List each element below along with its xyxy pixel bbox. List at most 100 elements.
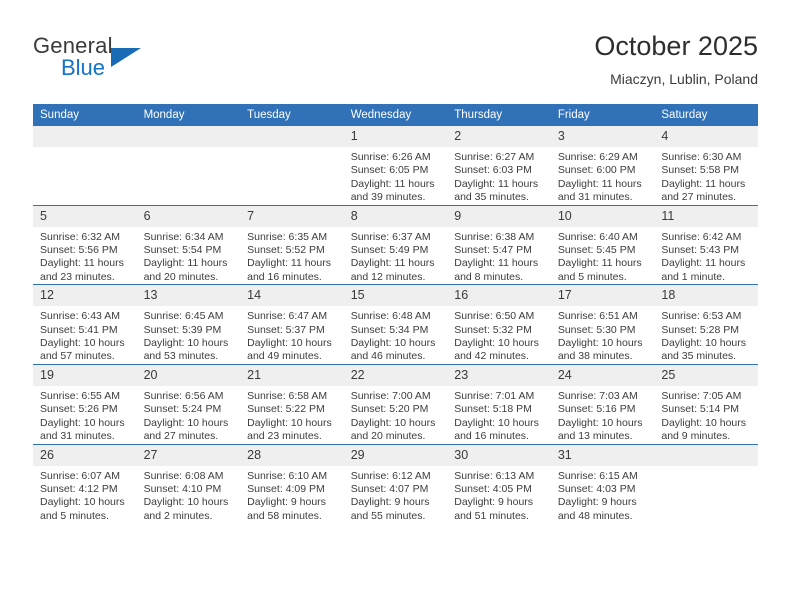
calendar-day-cell[interactable]: 27 Sunrise: 6:08 AM Sunset: 4:10 PM Dayligh… <box>136 443 241 524</box>
weekday-header-friday: Friday <box>550 104 655 126</box>
sunrise-text: Sunrise: 6:07 AM <box>40 469 120 482</box>
sunrise-text: Sunrise: 6:12 AM <box>350 469 431 482</box>
calendar-day-cell[interactable]: 6 Sunrise: 6:34 AM Sunset: 5:54 PM Daylight… <box>136 204 241 285</box>
calendar-week-row: 19 Sunrise: 6:55 AM Sunset: 5:26 PM Dayligh… <box>33 363 758 444</box>
day-number: 4 <box>654 126 758 147</box>
sunrise-text: Sunrise: 6:27 AM <box>454 151 535 163</box>
sunrise-text: Sunrise: 6:50 AM <box>454 310 535 323</box>
day-details: Sunrise: 6:35 AM Sunset: 5:52 PM Daylight:… <box>240 227 344 285</box>
sunrise-text: Sunrise: 6:38 AM <box>454 230 535 243</box>
daylight-text: Daylight: 9 hours and 58 minutes. <box>247 496 326 522</box>
sunrise-text: Sunrise: 6:35 AM <box>247 230 328 243</box>
day-details: Sunrise: 6:53 AM Sunset: 5:28 PM Daylight:… <box>654 306 758 364</box>
day-number: 18 <box>654 285 758 307</box>
day-details: Sunrise: 6:30 AM Sunset: 5:58 PM Daylight:… <box>654 147 758 205</box>
calendar-day-cell[interactable]: 5 Sunrise: 6:32 AM Sunset: 5:56 PM Daylight… <box>33 204 137 285</box>
calendar-page: General Blue October 2025 Miaczyn, Lubli… <box>0 0 792 612</box>
calendar-day-cell[interactable]: 18 Sunrise: 6:53 AM Sunset: 5:28 PM Dayligh… <box>654 284 758 365</box>
calendar-day-cell[interactable]: 22 Sunrise: 7:00 AM Sunset: 5:20 PM Dayligh… <box>343 363 448 444</box>
day-number: 6 <box>136 205 241 227</box>
sunset-text: Sunset: 6:03 PM <box>454 164 532 177</box>
calendar-day-cell[interactable]: 25 Sunrise: 7:05 AM Sunset: 5:14 PM Dayligh… <box>654 363 758 444</box>
calendar-day-cell[interactable]: 28 Sunrise: 6:10 AM Sunset: 4:09 PM Dayligh… <box>240 443 344 524</box>
calendar-day-cell[interactable]: 29 Sunrise: 6:12 AM Sunset: 4:07 PM Dayligh… <box>343 443 448 524</box>
calendar-day-cell[interactable]: 15 Sunrise: 6:48 AM Sunset: 5:34 PM Dayligh… <box>343 284 448 365</box>
day-number: 13 <box>136 285 241 307</box>
calendar-day-cell[interactable]: 19 Sunrise: 6:55 AM Sunset: 5:26 PM Dayligh… <box>33 363 137 444</box>
calendar-week-row: 12 Sunrise: 6:43 AM Sunset: 5:41 PM Dayligh… <box>33 284 758 365</box>
sunset-text: Sunset: 4:03 PM <box>557 482 636 495</box>
logo-triangle-icon <box>111 48 141 67</box>
calendar-day-cell[interactable]: 20 Sunrise: 6:56 AM Sunset: 5:24 PM Dayligh… <box>136 363 241 444</box>
calendar-day-cell[interactable]: 4 Sunrise: 6:30 AM Sunset: 5:58 PM Daylight… <box>654 126 758 206</box>
calendar-day-cell[interactable]: 10 Sunrise: 6:40 AM Sunset: 5:45 PM Dayligh… <box>550 204 655 285</box>
daylight-text: Daylight: 10 hours and 5 minutes. <box>40 496 125 522</box>
sunrise-text: Sunrise: 6:51 AM <box>557 310 638 323</box>
daylight-text: Daylight: 9 hours and 48 minutes. <box>557 496 637 522</box>
daylight-text: Daylight: 10 hours and 20 minutes. <box>350 416 436 443</box>
daylight-text: Daylight: 10 hours and 46 minutes. <box>350 337 436 363</box>
day-number: 26 <box>33 444 137 466</box>
calendar-day-cell[interactable]: 31 Sunrise: 6:15 AM Sunset: 4:03 PM Dayligh… <box>550 443 655 524</box>
day-details: Sunrise: 6:48 AM Sunset: 5:34 PM Daylight:… <box>344 306 448 364</box>
calendar-day-cell[interactable]: 12 Sunrise: 6:43 AM Sunset: 5:41 PM Dayligh… <box>33 284 137 365</box>
day-number: 8 <box>343 205 448 227</box>
sunrise-text: Sunrise: 6:37 AM <box>350 230 431 243</box>
day-details: Sunrise: 7:00 AM Sunset: 5:20 PM Daylight:… <box>344 386 448 444</box>
day-number: 15 <box>343 285 448 307</box>
calendar-day-cell[interactable]: 24 Sunrise: 7:03 AM Sunset: 5:16 PM Dayligh… <box>550 363 655 444</box>
calendar-day-cell[interactable]: 14 Sunrise: 6:47 AM Sunset: 5:37 PM Dayligh… <box>240 284 344 365</box>
day-number: 11 <box>654 205 758 227</box>
daylight-text: Daylight: 11 hours and 12 minutes. <box>350 257 435 283</box>
title-block: October 2025 Miaczyn, Lublin, Poland <box>594 30 758 89</box>
daylight-text: Daylight: 11 hours and 5 minutes. <box>557 257 642 283</box>
sunset-text: Sunset: 5:43 PM <box>661 244 740 257</box>
sunrise-text: Sunrise: 6:43 AM <box>40 310 120 323</box>
day-details: Sunrise: 6:55 AM Sunset: 5:26 PM Daylight:… <box>33 386 137 444</box>
sunset-text: Sunset: 5:58 PM <box>661 164 740 177</box>
calendar-day-cell[interactable]: 7 Sunrise: 6:35 AM Sunset: 5:52 PM Daylight… <box>240 204 344 285</box>
calendar-day-cell[interactable]: 9 Sunrise: 6:38 AM Sunset: 5:47 PM Daylight… <box>447 204 551 285</box>
day-details: Sunrise: 6:34 AM Sunset: 5:54 PM Daylight:… <box>137 227 241 285</box>
calendar-day-cell[interactable]: 23 Sunrise: 7:01 AM Sunset: 5:18 PM Dayligh… <box>447 363 551 444</box>
calendar-empty-cell <box>136 126 241 206</box>
calendar-day-cell[interactable]: 8 Sunrise: 6:37 AM Sunset: 5:49 PM Daylight… <box>343 204 448 285</box>
day-details: Sunrise: 6:42 AM Sunset: 5:43 PM Daylight:… <box>654 227 758 285</box>
sunrise-text: Sunrise: 7:03 AM <box>557 389 638 402</box>
daylight-text: Daylight: 10 hours and 23 minutes. <box>247 416 332 443</box>
sunrise-text: Sunrise: 6:32 AM <box>40 230 120 243</box>
weekday-header-monday: Monday <box>136 104 241 126</box>
day-number: 1 <box>343 126 448 147</box>
daylight-text: Daylight: 11 hours and 23 minutes. <box>40 257 124 283</box>
day-details: Sunrise: 6:56 AM Sunset: 5:24 PM Daylight:… <box>137 386 241 444</box>
sunrise-text: Sunrise: 6:26 AM <box>350 151 431 163</box>
sunrise-text: Sunrise: 6:55 AM <box>40 389 120 402</box>
calendar-day-cell[interactable]: 26 Sunrise: 6:07 AM Sunset: 4:12 PM Dayligh… <box>33 443 137 524</box>
calendar-day-cell[interactable]: 30 Sunrise: 6:13 AM Sunset: 4:05 PM Dayligh… <box>447 443 551 524</box>
daylight-text: Daylight: 10 hours and 13 minutes. <box>557 416 643 443</box>
day-number: 17 <box>550 285 655 307</box>
weekday-header-thursday: Thursday <box>447 104 551 126</box>
day-details: Sunrise: 6:45 AM Sunset: 5:39 PM Daylight:… <box>137 306 241 364</box>
sunset-text: Sunset: 5:22 PM <box>247 403 325 416</box>
calendar-day-cell[interactable]: 21 Sunrise: 6:58 AM Sunset: 5:22 PM Dayligh… <box>240 363 344 444</box>
calendar-day-cell[interactable]: 13 Sunrise: 6:45 AM Sunset: 5:39 PM Dayligh… <box>136 284 241 365</box>
sunset-text: Sunset: 4:09 PM <box>247 482 325 495</box>
calendar-day-cell[interactable]: 3 Sunrise: 6:29 AM Sunset: 6:00 PM Daylight… <box>550 126 655 206</box>
calendar-empty-cell <box>654 443 758 524</box>
calendar-day-cell[interactable]: 11 Sunrise: 6:42 AM Sunset: 5:43 PM Dayligh… <box>654 204 758 285</box>
day-number: 2 <box>447 126 551 147</box>
calendar-day-cell[interactable]: 2 Sunrise: 6:27 AM Sunset: 6:03 PM Daylight… <box>447 126 551 206</box>
day-number: 31 <box>550 444 655 466</box>
daylight-text: Daylight: 11 hours and 35 minutes. <box>454 177 539 204</box>
sunrise-sunset-calendar: Sunday Monday Tuesday Wednesday Thursday… <box>33 104 758 524</box>
day-details: Sunrise: 6:50 AM Sunset: 5:32 PM Daylight:… <box>447 306 551 364</box>
calendar-day-cell[interactable]: 16 Sunrise: 6:50 AM Sunset: 5:32 PM Dayligh… <box>447 284 551 365</box>
daylight-text: Daylight: 11 hours and 1 minute. <box>661 257 746 283</box>
calendar-day-cell[interactable]: 1 Sunrise: 6:26 AM Sunset: 6:05 PM Daylight… <box>343 126 448 206</box>
sunset-text: Sunset: 4:05 PM <box>454 482 532 495</box>
sunset-text: Sunset: 5:26 PM <box>40 403 118 416</box>
day-details: Sunrise: 6:15 AM Sunset: 4:03 PM Daylight:… <box>551 466 655 524</box>
weekday-header-tuesday: Tuesday <box>240 104 344 126</box>
calendar-day-cell[interactable]: 17 Sunrise: 6:51 AM Sunset: 5:30 PM Dayligh… <box>550 284 655 365</box>
